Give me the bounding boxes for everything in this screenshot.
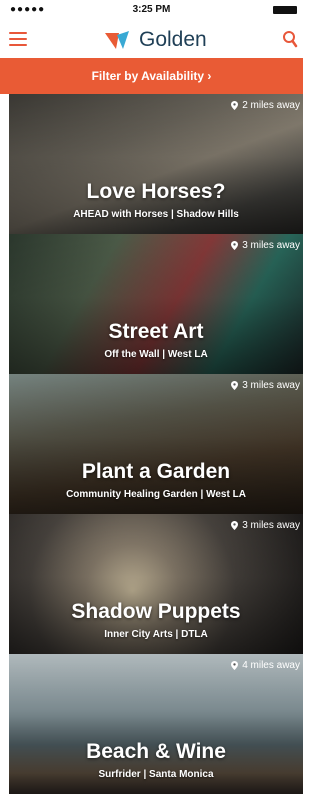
activity-card[interactable]: 4 miles away Beach & Wine Surfrider | Sa… — [9, 654, 303, 794]
activity-card[interactable]: 3 miles away Shadow Puppets Inner City A… — [9, 514, 303, 654]
activity-card[interactable]: 3 miles away Street Art Off the Wall | W… — [9, 234, 303, 374]
location-pin-icon — [231, 381, 239, 390]
card-subtitle: AHEAD with Horses | Shadow Hills — [73, 209, 239, 220]
card-subtitle: Off the Wall | West LA — [104, 349, 208, 360]
card-title: Beach & Wine — [86, 740, 226, 763]
card-subtitle: Surfrider | Santa Monica — [98, 769, 214, 780]
battery-icon — [273, 6, 297, 14]
card-title: Plant a Garden — [81, 460, 231, 483]
distance-label: 3 miles away — [231, 520, 300, 531]
distance-label: 2 miles away — [231, 100, 300, 111]
golden-logo-icon — [105, 31, 129, 49]
distance-label: 3 miles away — [231, 380, 300, 391]
card-subtitle: Inner City Arts | DTLA — [104, 629, 208, 640]
card-title: Street Art — [108, 320, 204, 343]
brand: Golden — [105, 27, 207, 53]
card-title: Shadow Puppets — [71, 600, 241, 623]
location-pin-icon — [231, 241, 239, 250]
status-time: 3:25 PM — [132, 4, 171, 15]
card-subtitle: Community Healing Garden | West LA — [66, 489, 246, 500]
location-pin-icon — [231, 101, 239, 110]
hamburger-icon[interactable] — [9, 32, 27, 46]
search-icon[interactable] — [282, 30, 298, 48]
app-title: Golden — [139, 28, 207, 51]
distance-label: 3 miles away — [231, 240, 300, 251]
activity-card[interactable]: 3 miles away Plant a Garden Community He… — [9, 374, 303, 514]
status-bar: ●●●●● 3:25 PM — [0, 0, 303, 20]
filter-availability-button[interactable]: Filter by Availability › — [0, 58, 303, 94]
card-title: Love Horses? — [86, 180, 226, 203]
app-header: Golden — [0, 20, 303, 58]
location-pin-icon — [231, 521, 239, 530]
activity-card[interactable]: 2 miles away Love Horses? AHEAD with Hor… — [9, 94, 303, 234]
location-pin-icon — [231, 661, 239, 670]
distance-label: 4 miles away — [231, 660, 300, 671]
